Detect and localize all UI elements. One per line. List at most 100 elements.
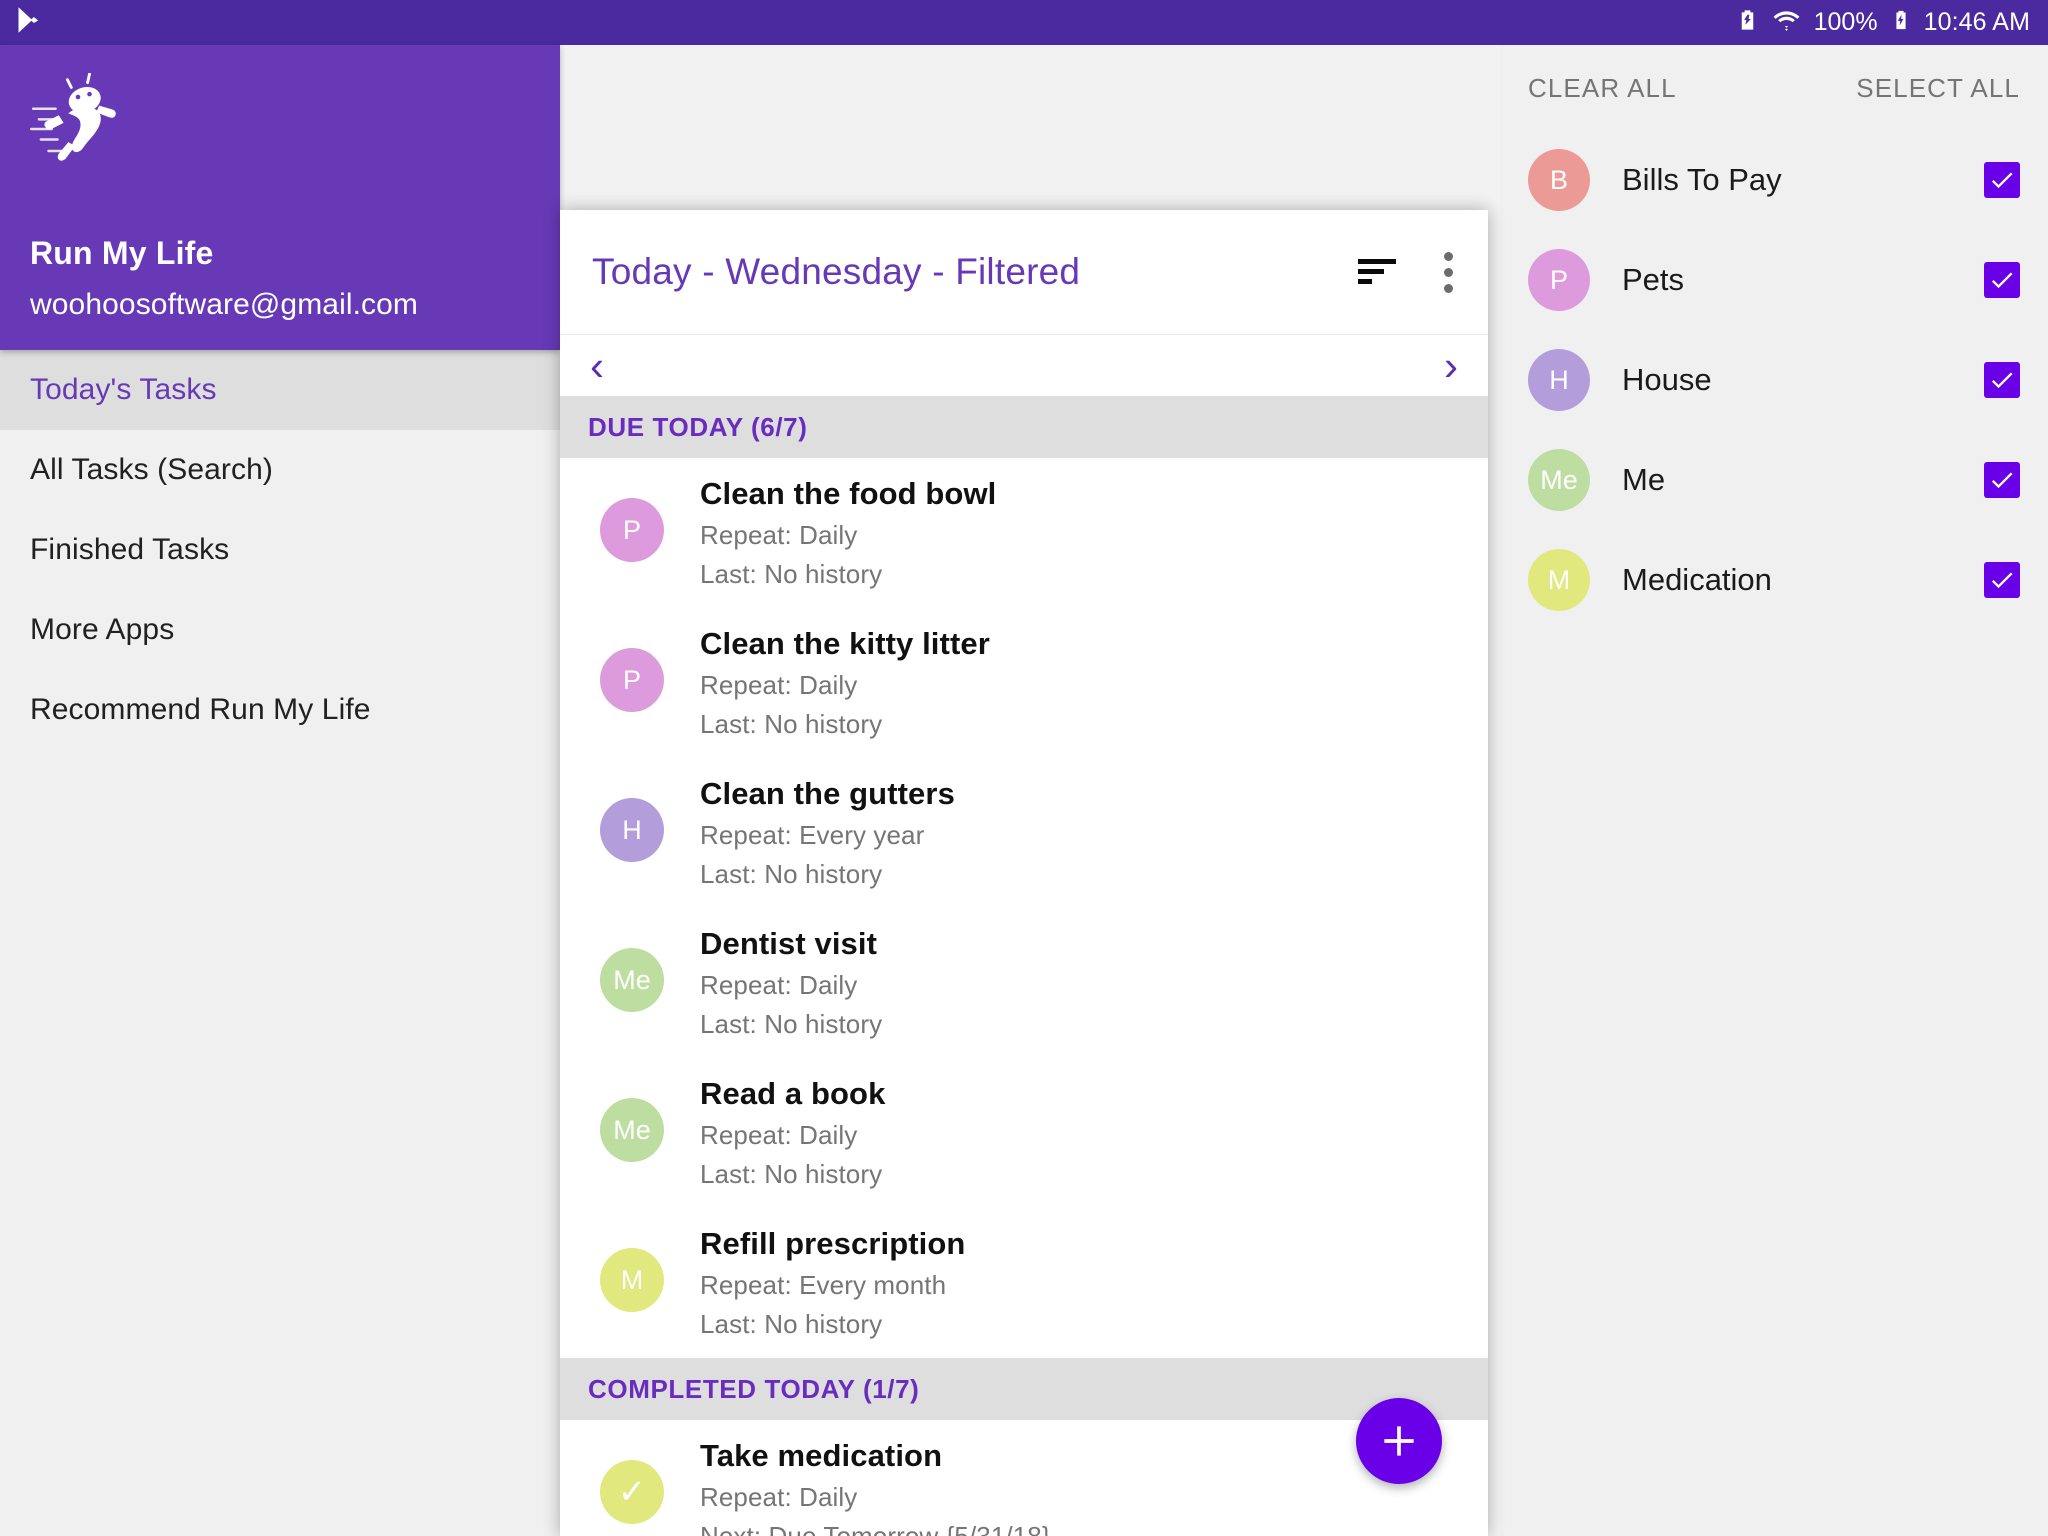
task-last-history: Last: No history bbox=[700, 1159, 883, 1189]
task-row[interactable]: P Clean the kitty litter Repeat: Daily Last… bbox=[560, 608, 1488, 758]
task-repeat: Repeat: Daily bbox=[700, 1120, 858, 1150]
battery-saver-icon bbox=[1736, 6, 1759, 39]
category-list: B Bills To Pay P Pets H House Me Me M Medication bbox=[1500, 130, 2048, 630]
task-repeat: Repeat: Every month bbox=[700, 1270, 947, 1300]
category-label: Pets bbox=[1622, 262, 1685, 297]
drawer-nav-list: Today's Tasks All Tasks (Search) Finishe… bbox=[0, 350, 560, 750]
chevron-left-icon[interactable]: ‹ bbox=[590, 344, 604, 387]
category-checkbox[interactable] bbox=[1984, 562, 2020, 598]
task-body: Clean the food bowl Repeat: Daily Last: No… bbox=[700, 476, 996, 590]
category-label: Medication bbox=[1622, 562, 1772, 597]
task-title: Take medication bbox=[700, 1438, 943, 1473]
category-row[interactable]: M Medication bbox=[1500, 530, 2048, 630]
drawer-header: Run My Life woohoosoftware@gmail.com bbox=[0, 45, 560, 350]
battery-percent-label: 100% bbox=[1813, 8, 1878, 36]
task-title: Clean the food bowl bbox=[700, 476, 997, 511]
sidebar-item-label: Today's Tasks bbox=[30, 373, 217, 406]
select-all-button[interactable]: SELECT ALL bbox=[1856, 73, 2020, 104]
filter-actions-row: CLEAR ALL SELECT ALL bbox=[1500, 45, 2048, 104]
task-repeat: Repeat: Daily bbox=[700, 670, 858, 700]
task-sections: DUE TODAY (6/7) P Clean the food bowl Repea… bbox=[560, 396, 1488, 1536]
task-title: Clean the gutters bbox=[700, 776, 955, 811]
sidebar-item-recommend[interactable]: Recommend Run My Life bbox=[0, 670, 560, 750]
section-header: COMPLETED TODAY (1/7) bbox=[560, 1358, 1488, 1420]
avatar[interactable]: Me bbox=[600, 1098, 664, 1162]
plus-icon bbox=[1384, 1426, 1414, 1456]
task-repeat: Repeat: Daily bbox=[700, 1482, 858, 1512]
page-title: Today - Wednesday - Filtered bbox=[592, 251, 1081, 292]
task-last-history: Last: No history bbox=[700, 559, 883, 589]
task-body: Take medication Repeat: Daily Next: Due To… bbox=[700, 1438, 1051, 1536]
task-body: Clean the gutters Repeat: Every year Last:… bbox=[700, 776, 955, 890]
sort-icon[interactable] bbox=[1358, 257, 1396, 287]
add-task-fab[interactable] bbox=[1356, 1398, 1442, 1484]
task-last-history: Last: No history bbox=[700, 1009, 883, 1039]
sidebar-item-all-tasks[interactable]: All Tasks (Search) bbox=[0, 430, 560, 510]
category-row[interactable]: B Bills To Pay bbox=[1500, 130, 2048, 230]
app-root: 100% 10:46 AM Run My Life woohoosoftware… bbox=[0, 0, 2048, 1536]
sidebar-item-more-apps[interactable]: More Apps bbox=[0, 590, 560, 670]
task-repeat: Repeat: Daily bbox=[700, 970, 858, 1000]
category-label: Bills To Pay bbox=[1622, 162, 1782, 197]
date-navigation-row: ‹ › bbox=[560, 334, 1488, 396]
sidebar-item-finished-tasks[interactable]: Finished Tasks bbox=[0, 510, 560, 590]
today-tasks-dialog: Today - Wednesday - Filtered ‹ › DUE TOD… bbox=[560, 210, 1488, 1536]
task-repeat: Repeat: Daily bbox=[700, 520, 858, 550]
sidebar-item-todays-tasks[interactable]: Today's Tasks bbox=[0, 350, 560, 430]
category-row[interactable]: P Pets bbox=[1500, 230, 2048, 330]
avatar: Me bbox=[1528, 449, 1590, 511]
category-checkbox[interactable] bbox=[1984, 462, 2020, 498]
sidebar-item-label: Recommend Run My Life bbox=[30, 693, 371, 726]
clear-all-button[interactable]: CLEAR ALL bbox=[1528, 73, 1677, 104]
category-row[interactable]: H House bbox=[1500, 330, 2048, 430]
category-row[interactable]: Me Me bbox=[1500, 430, 2048, 530]
task-title: Clean the kitty litter bbox=[700, 626, 990, 661]
chevron-right-icon[interactable]: › bbox=[1444, 344, 1458, 387]
task-body: Read a book Repeat: Daily Last: No history bbox=[700, 1076, 885, 1190]
avatar: H bbox=[1528, 349, 1590, 411]
google-play-icon bbox=[14, 5, 44, 40]
task-body: Dentist visit Repeat: Daily Last: No histo… bbox=[700, 926, 882, 1040]
avatar[interactable]: P bbox=[600, 498, 664, 562]
avatar: M bbox=[1528, 549, 1590, 611]
sidebar-item-label: Finished Tasks bbox=[30, 533, 230, 566]
task-last-history: Last: No history bbox=[700, 1309, 883, 1339]
task-title: Dentist visit bbox=[700, 926, 878, 961]
task-next-due: Next: Due Tomorrow {5/31/18} bbox=[700, 1521, 1051, 1536]
avatar[interactable]: Me bbox=[600, 948, 664, 1012]
status-bar-left bbox=[14, 5, 44, 40]
status-bar-right: 100% 10:46 AM bbox=[1736, 6, 2030, 39]
task-body: Refill prescription Repeat: Every month La… bbox=[700, 1226, 965, 1340]
section-header: DUE TODAY (6/7) bbox=[560, 396, 1488, 458]
category-checkbox[interactable] bbox=[1984, 162, 2020, 198]
sidebar-item-label: All Tasks (Search) bbox=[30, 453, 273, 486]
battery-charging-icon bbox=[1891, 6, 1911, 39]
dialog-toolbar: Today - Wednesday - Filtered bbox=[560, 210, 1488, 334]
task-last-history: Last: No history bbox=[700, 859, 883, 889]
category-label: House bbox=[1622, 362, 1712, 397]
avatar[interactable]: H bbox=[600, 798, 664, 862]
task-repeat: Repeat: Every year bbox=[700, 820, 925, 850]
wifi-icon bbox=[1772, 7, 1801, 38]
avatar: B bbox=[1528, 149, 1590, 211]
clock-label: 10:46 AM bbox=[1923, 8, 2030, 36]
task-row[interactable]: M Refill prescription Repeat: Every month L… bbox=[560, 1208, 1488, 1358]
task-title: Read a book bbox=[700, 1076, 886, 1111]
category-checkbox[interactable] bbox=[1984, 262, 2020, 298]
account-email-label: woohoosoftware@gmail.com bbox=[30, 288, 419, 321]
avatar[interactable]: M bbox=[600, 1248, 664, 1312]
task-row[interactable]: H Clean the gutters Repeat: Every year Last… bbox=[560, 758, 1488, 908]
task-row[interactable]: Me Read a book Repeat: Daily Last: No histo… bbox=[560, 1058, 1488, 1208]
navigation-drawer: Run My Life woohoosoftware@gmail.com Tod… bbox=[0, 45, 560, 1536]
task-row[interactable]: ✓ Take medication Repeat: Daily Next: Due T… bbox=[560, 1420, 1488, 1536]
completed-check-avatar[interactable]: ✓ bbox=[600, 1460, 664, 1524]
avatar[interactable]: P bbox=[600, 648, 664, 712]
category-checkbox[interactable] bbox=[1984, 362, 2020, 398]
more-vertical-icon[interactable] bbox=[1444, 251, 1454, 293]
task-row[interactable]: Me Dentist visit Repeat: Daily Last: No his… bbox=[560, 908, 1488, 1058]
category-filter-panel: CLEAR ALL SELECT ALL B Bills To Pay P Pets H… bbox=[1500, 45, 2048, 1536]
dialog-toolbar-actions bbox=[1358, 251, 1454, 293]
task-title: Refill prescription bbox=[700, 1226, 966, 1261]
task-last-history: Last: No history bbox=[700, 709, 883, 739]
task-row[interactable]: P Clean the food bowl Repeat: Daily Last: N… bbox=[560, 458, 1488, 608]
